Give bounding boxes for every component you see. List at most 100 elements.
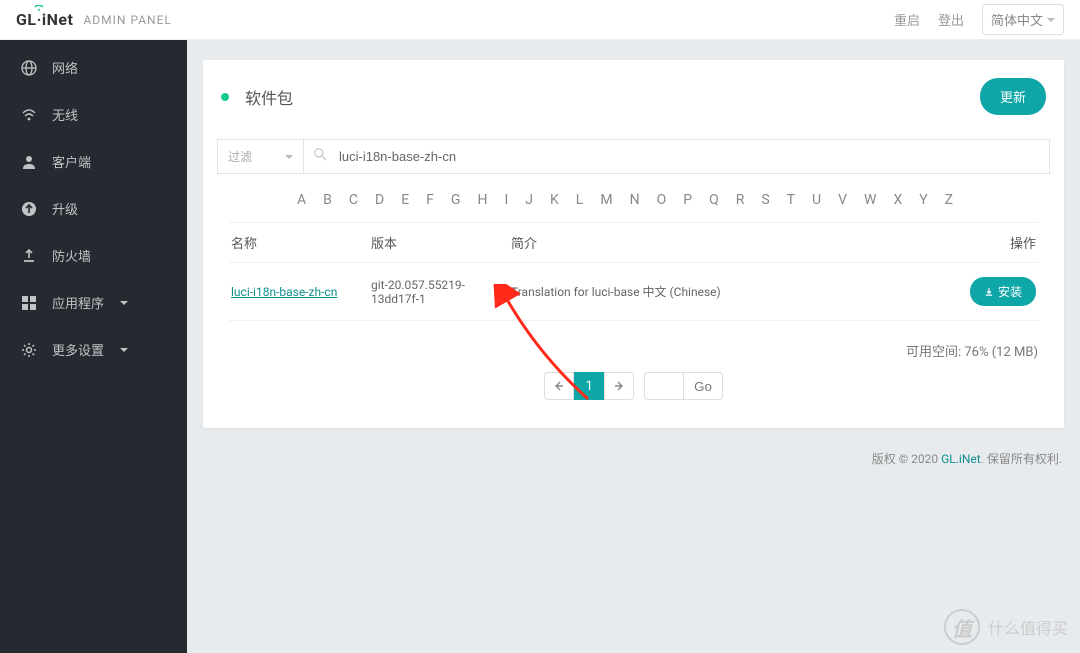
alpha-letter[interactable]: V (838, 192, 847, 208)
brand-prefix: GL (16, 10, 37, 29)
watermark: 值 什么值得买 (944, 609, 1068, 645)
alpha-letter[interactable]: R (736, 192, 745, 208)
alpha-letter[interactable]: P (683, 192, 692, 208)
alpha-letter[interactable]: L (576, 192, 584, 208)
sidebar-item-wireless[interactable]: 无线 (0, 91, 187, 138)
space-label: 可用空间: (906, 345, 961, 360)
panel-label: ADMIN PANEL (83, 13, 171, 27)
alpha-letter[interactable]: Q (709, 192, 719, 208)
packages-table: 名称 版本 简介 操作 luci-i18n-base-zh-cn git-20.… (229, 222, 1038, 321)
update-button[interactable]: 更新 (980, 78, 1046, 115)
reboot-link[interactable]: 重启 (894, 10, 920, 29)
gear-icon (20, 341, 38, 359)
sidebar-item-label: 网络 (52, 58, 78, 77)
chevron-down-icon (1047, 18, 1055, 22)
upload-icon (20, 247, 38, 265)
arrow-left-icon (554, 381, 564, 391)
logo-wifi-icon (34, 5, 44, 11)
sidebar: 网络 无线 客户端 升级 防火墙 应用程序 更多设置 (0, 40, 187, 653)
alpha-letter[interactable]: H (477, 192, 487, 208)
grid-icon (20, 294, 38, 312)
alpha-letter[interactable]: E (401, 192, 409, 208)
arrow-up-circle-icon (20, 200, 38, 218)
brand-logo: GL·iNet (16, 10, 73, 29)
sidebar-item-label: 无线 (52, 105, 78, 124)
sidebar-item-label: 防火墙 (52, 246, 91, 265)
sidebar-item-firewall[interactable]: 防火墙 (0, 232, 187, 279)
alpha-letter[interactable]: M (600, 192, 612, 208)
sidebar-item-clients[interactable]: 客户端 (0, 138, 187, 185)
col-version: 版本 (369, 223, 509, 263)
alpha-letter[interactable]: N (630, 192, 640, 208)
page-prev-button[interactable] (544, 372, 574, 400)
alpha-letter[interactable]: C (349, 192, 358, 208)
download-icon (984, 287, 994, 297)
alpha-letter[interactable]: W (864, 192, 876, 208)
globe-icon (20, 59, 38, 77)
page-number-current[interactable]: 1 (574, 372, 604, 400)
main-content: 软件包 更新 过滤 A B C D E F GH I J K LM N OP Q RS T U V W X Y Z 名称 (187, 40, 1080, 653)
alpha-letter[interactable]: U (812, 192, 821, 208)
free-space: 可用空间: 76% (12 MB) (217, 341, 1038, 360)
search-wrapper (303, 139, 1050, 174)
install-button[interactable]: 安装 (970, 277, 1036, 306)
sidebar-item-label: 应用程序 (52, 293, 104, 312)
chevron-down-icon (285, 155, 293, 159)
brand-suffix: iNet (42, 10, 74, 29)
pagination: 1 Go (217, 372, 1050, 400)
col-action: 操作 (948, 223, 1038, 263)
chevron-down-icon (120, 301, 128, 305)
table-row: luci-i18n-base-zh-cn git-20.057.55219-13… (229, 263, 1038, 321)
page-input[interactable] (644, 372, 684, 400)
col-name: 名称 (229, 223, 369, 263)
footer-link[interactable]: GL.iNet (941, 452, 981, 466)
package-link[interactable]: luci-i18n-base-zh-cn (231, 285, 337, 299)
alpha-letter[interactable]: F (426, 192, 434, 208)
status-dot-icon (221, 93, 229, 101)
footer: 版权 © 2020 GL.iNet. 保留所有权利. (203, 450, 1064, 467)
packages-card: 软件包 更新 过滤 A B C D E F GH I J K LM N OP Q RS T U V W X Y Z 名称 (203, 60, 1064, 428)
copyright-suffix: . 保留所有权利. (981, 452, 1062, 466)
alpha-letter[interactable]: X (893, 192, 902, 208)
alpha-letter[interactable]: S (761, 192, 769, 208)
alpha-letter[interactable]: Z (945, 192, 953, 208)
language-select[interactable]: 简体中文 (982, 4, 1064, 35)
copyright-prefix: 版权 © 2020 (872, 452, 941, 466)
sidebar-item-network[interactable]: 网络 (0, 44, 187, 91)
sidebar-item-more[interactable]: 更多设置 (0, 326, 187, 373)
top-bar: GL·iNet ADMIN PANEL 重启 登出 简体中文 (0, 0, 1080, 40)
filter-select[interactable]: 过滤 (217, 139, 303, 174)
alpha-letter[interactable]: G (451, 192, 461, 208)
space-value: 76% (12 MB) (964, 345, 1038, 360)
watermark-text: 什么值得买 (988, 615, 1068, 639)
package-desc: Translation for luci-base 中文 (Chinese) (509, 263, 948, 321)
alpha-letter[interactable]: T (787, 192, 795, 208)
alpha-letter[interactable]: J (525, 192, 533, 208)
alpha-letter[interactable]: A (297, 192, 306, 208)
alpha-letter[interactable]: I (504, 192, 508, 208)
search-input[interactable] (333, 141, 1039, 172)
filter-label: 过滤 (228, 148, 252, 165)
sidebar-item-apps[interactable]: 应用程序 (0, 279, 187, 326)
chevron-down-icon (120, 348, 128, 352)
wifi-icon (20, 106, 38, 124)
alpha-letter[interactable]: O (657, 192, 667, 208)
sidebar-item-label: 升级 (52, 199, 78, 218)
page-next-button[interactable] (604, 372, 634, 400)
sidebar-item-label: 客户端 (52, 152, 91, 171)
language-label: 简体中文 (991, 10, 1043, 29)
package-version: git-20.057.55219-13dd17f-1 (369, 263, 509, 321)
alpha-letter[interactable]: Y (919, 192, 927, 208)
logout-link[interactable]: 登出 (938, 10, 964, 29)
page-title: 软件包 (245, 85, 293, 109)
page-go-button[interactable]: Go (684, 372, 723, 400)
search-icon (314, 148, 327, 165)
user-icon (20, 153, 38, 171)
sidebar-item-label: 更多设置 (52, 340, 104, 359)
alpha-letter[interactable]: B (323, 192, 332, 208)
alpha-letter[interactable]: D (375, 192, 384, 208)
arrow-right-icon (614, 381, 624, 391)
alpha-letter[interactable]: K (550, 192, 559, 208)
watermark-icon: 值 (944, 609, 980, 645)
sidebar-item-upgrade[interactable]: 升级 (0, 185, 187, 232)
